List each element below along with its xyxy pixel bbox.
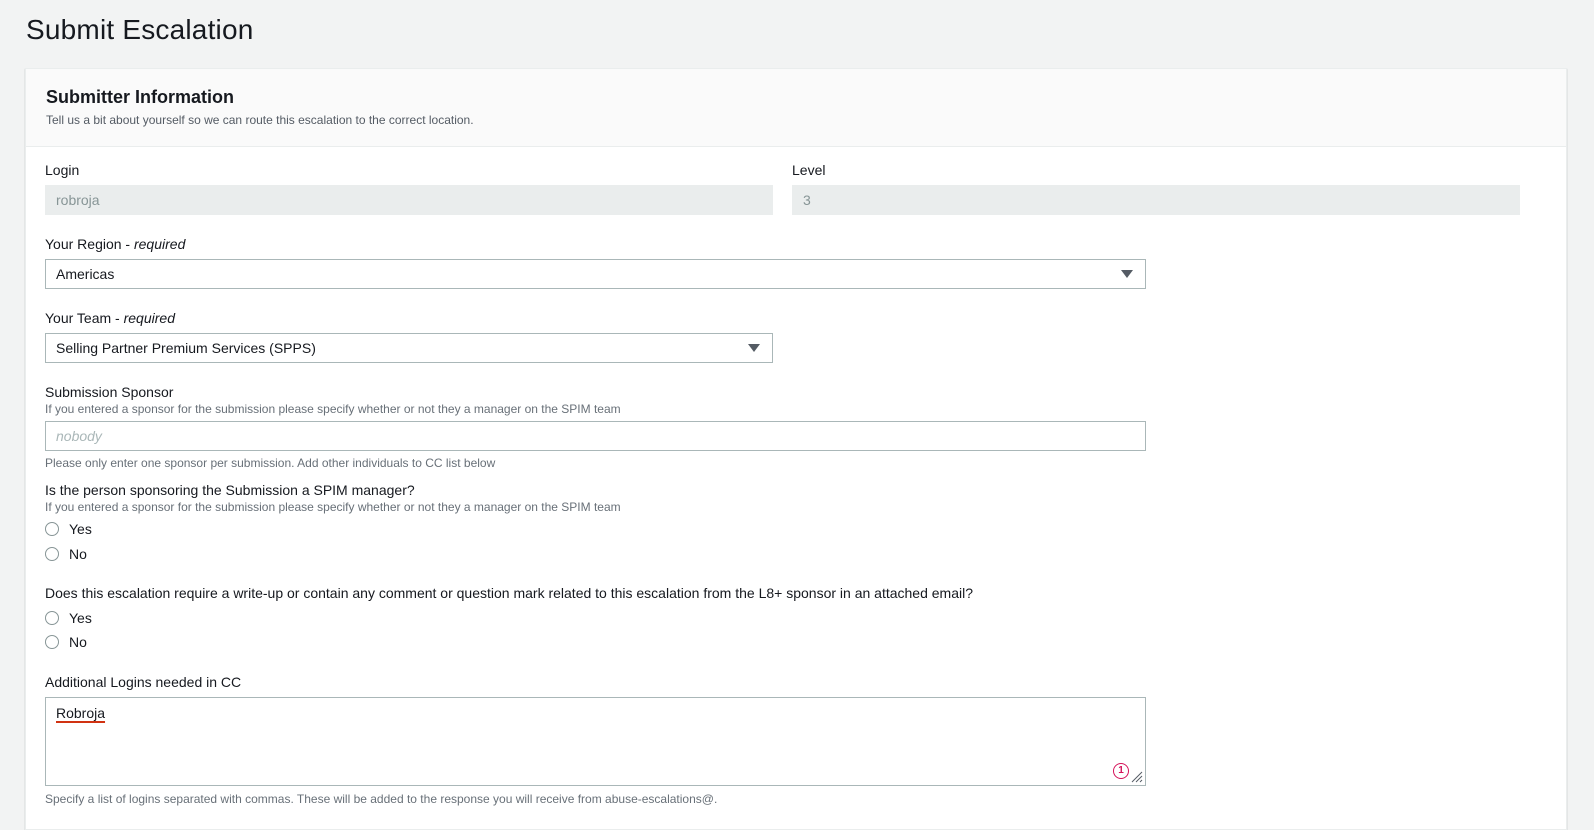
cc-textarea[interactable]: Robroja 1 [45,697,1146,786]
team-label-text: Your Team - [45,310,124,326]
radio-button[interactable] [45,522,59,536]
sponsor-hint: If you entered a sponsor for the submiss… [45,402,621,416]
region-selected-value: Americas [56,266,115,282]
sponsor-placeholder: nobody [56,428,102,444]
region-select[interactable]: Americas [45,259,1146,289]
grammarly-badge-icon[interactable]: 1 [1113,763,1129,779]
section-description: Tell us a bit about yourself so we can r… [46,113,474,127]
team-selected-value: Selling Partner Premium Services (SPPS) [56,340,316,356]
region-label: Your Region - required [45,236,185,252]
spim-manager-no-option[interactable]: No [45,546,87,562]
radio-button[interactable] [45,547,59,561]
writeup-question: Does this escalation require a write-up … [45,585,973,601]
writeup-no-option[interactable]: No [45,634,87,650]
radio-label-yes: Yes [69,610,92,626]
cc-footer-hint: Specify a list of logins separated with … [45,792,718,806]
team-required-tag: required [123,310,175,326]
radio-button[interactable] [45,635,59,649]
level-field: 3 [792,185,1520,215]
level-label: Level [792,162,826,178]
resize-handle-icon[interactable] [1131,771,1143,783]
cc-textarea-value: Robroja [56,705,106,721]
writeup-yes-option[interactable]: Yes [45,610,92,626]
team-select[interactable]: Selling Partner Premium Services (SPPS) [45,333,773,363]
page-title: Submit Escalation [26,14,254,45]
sponsor-input[interactable]: nobody [45,421,1146,451]
panel-header: Submitter Information Tell us a bit abou… [26,69,1566,147]
radio-label-no: No [69,546,87,562]
spim-manager-yes-option[interactable]: Yes [45,521,92,537]
radio-label-yes: Yes [69,521,92,537]
chevron-down-icon [748,344,760,352]
radio-button[interactable] [45,611,59,625]
region-label-text: Your Region - [45,236,134,252]
spim-manager-hint: If you entered a sponsor for the submiss… [45,500,621,514]
login-field: robroja [45,185,773,215]
login-label: Login [45,162,80,178]
region-required-tag: required [133,236,186,252]
chevron-down-icon [1121,270,1133,278]
sponsor-label: Submission Sponsor [45,384,174,400]
team-label: Your Team - required [45,310,175,326]
radio-label-no: No [69,634,87,650]
section-title: Submitter Information [46,87,234,107]
sponsor-footer-hint: Please only enter one sponsor per submis… [45,456,496,470]
cc-label: Additional Logins needed in CC [45,674,242,690]
spim-manager-question: Is the person sponsoring the Submission … [45,482,415,498]
